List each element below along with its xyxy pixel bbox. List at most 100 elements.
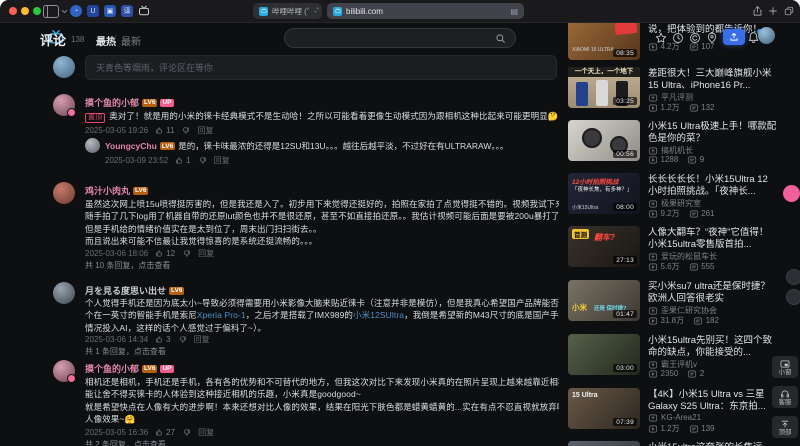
video-title[interactable]: 【4K】小米15 Ultra vs 三星Galaxy S25 Ultra：东京拍…: [648, 389, 777, 412]
sidebar-toggle-icon[interactable]: [43, 5, 59, 18]
thumbnail-caption: 15 Ultra: [572, 392, 598, 399]
bilibili-tv-extension-icon[interactable]: [138, 5, 150, 17]
commenter-name[interactable]: 摸个鱼的小郁 LV6 UP: [85, 96, 174, 109]
uploader-icon: [648, 147, 658, 155]
video-stats: 2350 2: [648, 369, 704, 378]
commenter-name[interactable]: 鸡汁小肉丸 LV6: [85, 184, 149, 197]
search-icon[interactable]: [495, 33, 506, 44]
like-button[interactable]: 11: [155, 126, 174, 135]
video-thumbnail[interactable]: 00:56: [568, 120, 640, 161]
customer-service-button[interactable]: 客服: [772, 386, 798, 408]
search-input[interactable]: [284, 28, 516, 48]
user-avatar[interactable]: [758, 27, 775, 44]
view-more-replies[interactable]: 共 2 条回复，点击查看: [85, 439, 166, 446]
extension-icon-1[interactable]: ◔: [70, 5, 82, 17]
danmaku-icon: [687, 370, 697, 378]
video-title[interactable]: 人像大翻车？“夜神”它值得！小米15ultra零售版首拍...: [648, 227, 777, 250]
video-title[interactable]: 差距很大！三大巅峰旗舰小米15 Ultra、iPhone16 Pr...: [648, 68, 777, 91]
like-button[interactable]: 12: [155, 249, 175, 258]
traffic-light-zoom[interactable]: [33, 7, 41, 15]
comment-input[interactable]: [85, 55, 557, 80]
picture-in-picture-icon: [780, 359, 790, 369]
dislike-button[interactable]: [178, 335, 187, 344]
play-count-icon: [648, 156, 658, 164]
tab-overview-icon[interactable]: [784, 6, 794, 16]
dislike-button[interactable]: [198, 156, 207, 165]
reply-button[interactable]: 回复: [198, 248, 214, 259]
new-tab-icon[interactable]: [768, 6, 778, 16]
comment-text: 个在一英寸的智能手机是索尼Xperia Pro-1，之后才是搭载了IMX989的…: [85, 310, 559, 320]
like-button[interactable]: 27: [155, 428, 175, 437]
video-thumbnail[interactable]: 03:00: [568, 334, 640, 375]
commenter-avatar[interactable]: [53, 360, 76, 383]
video-thumbnail[interactable]: [568, 441, 640, 446]
favorites-star-icon[interactable]: [655, 32, 667, 44]
dislike-button[interactable]: [182, 428, 191, 437]
video-thumbnail[interactable]: 一个天上，一个地下 03:25: [568, 67, 640, 108]
comment-date: 2025-03-06 14:34: [85, 335, 149, 344]
commenter-avatar[interactable]: [53, 94, 76, 117]
thumb-down-icon: [198, 156, 207, 165]
video-title[interactable]: 买小米su7 ultra还是保时捷？欧洲人回答很老实: [648, 281, 777, 304]
view-more-replies[interactable]: 共 1 条回复，点击查看: [85, 346, 166, 357]
floating-button-partial[interactable]: [786, 269, 800, 285]
search-word-link[interactable]: 小米12SUltra: [353, 310, 404, 320]
browser-tab-inactive[interactable]: 哔哩哔哩 (゜-゜)つ...: [253, 3, 322, 19]
tab-option-icon[interactable]: ▤: [510, 7, 518, 16]
reply-name[interactable]: YoungcyChu: [105, 141, 157, 151]
dislike-button[interactable]: [181, 126, 190, 135]
dislike-button[interactable]: [182, 249, 191, 258]
like-button[interactable]: 1: [175, 156, 191, 165]
like-button[interactable]: 3: [155, 335, 171, 344]
video-uploader[interactable]: KG-Area21: [648, 413, 701, 422]
browser-tab-active[interactable]: bilibili.com ▤: [327, 3, 524, 19]
video-thumbnail[interactable]: 小米 还是 保时捷? 01:47: [568, 280, 640, 321]
tab-newest[interactable]: 最新: [121, 33, 141, 48]
thumbnail-caption: 小米: [572, 303, 587, 312]
mini-player-button[interactable]: 小窗: [772, 356, 798, 378]
reply-button[interactable]: 回复: [197, 125, 213, 136]
floating-button-partial[interactable]: [786, 289, 800, 305]
chevron-down-icon[interactable]: [60, 7, 69, 16]
video-title[interactable]: 小米15ultra先别买！这四个致命的缺点，你能接受的...: [648, 335, 777, 358]
history-clock-icon[interactable]: [672, 32, 684, 44]
video-thumbnail[interactable]: 首测 翻车? 27:13: [568, 226, 640, 267]
video-thumbnail[interactable]: 12小时拍照挑战 「夜神长焦，有多神？」 小米15Ultra 08:00: [568, 173, 640, 214]
danmaku-icon: [693, 317, 703, 325]
commenter-name[interactable]: 月を見る度思い出せ LV6: [85, 284, 185, 297]
reply-button[interactable]: 回复: [214, 155, 230, 166]
commenter-avatar[interactable]: [53, 182, 75, 204]
video-duration: 27:13: [613, 256, 637, 264]
video-duration: 00:56: [613, 150, 637, 158]
upload-button[interactable]: [723, 29, 745, 45]
creative-center-icon[interactable]: [689, 32, 701, 44]
extension-icon-2[interactable]: U: [87, 5, 99, 17]
promo-badge[interactable]: [783, 185, 800, 202]
uploader-name: KG-Area21: [661, 413, 702, 422]
my-avatar[interactable]: [53, 56, 75, 78]
reply-button[interactable]: 回复: [194, 334, 210, 345]
extension-icon-3[interactable]: ▣: [104, 5, 116, 17]
traffic-light-close[interactable]: [9, 7, 17, 15]
pin-icon[interactable]: [706, 32, 718, 44]
extension-icon-4[interactable]: 译: [121, 5, 133, 17]
commenter-avatar[interactable]: [53, 282, 75, 304]
search-word-link[interactable]: Xperia Pro-1: [197, 310, 246, 320]
reply-avatar[interactable]: [85, 138, 100, 153]
share-icon[interactable]: [752, 5, 763, 17]
reply-button[interactable]: 回复: [198, 427, 214, 438]
video-title[interactable]: 小米15 Ultra极速上手！哪款配色是你的菜？: [648, 121, 777, 144]
thumbnail-caption: 一个天上，一个地下: [568, 67, 640, 77]
view-more-replies[interactable]: 共 10 条回复，点击查看: [85, 260, 170, 271]
video-thumbnail[interactable]: XIAOMI 15 ULTRA 08:35: [568, 23, 640, 60]
back-to-top-button[interactable]: 顶部: [772, 416, 798, 438]
comment-date: 2025-03-06 18:06: [85, 249, 149, 258]
video-title[interactable]: 小米15ultra这夸张的长焦远: [648, 442, 777, 446]
tab-hottest[interactable]: 最热: [96, 33, 116, 48]
thumbnail-caption: 翻车?: [594, 233, 615, 242]
danmaku-count: 2: [699, 369, 705, 378]
commenter-name[interactable]: 摸个鱼的小郁 LV6 UP: [85, 362, 174, 375]
video-thumbnail[interactable]: 15 Ultra 07:39: [568, 388, 640, 429]
traffic-light-minimize[interactable]: [21, 7, 29, 15]
video-title[interactable]: 长长长长长！小米15Ultra 12小时拍照挑战。「夜神长...: [648, 174, 777, 197]
